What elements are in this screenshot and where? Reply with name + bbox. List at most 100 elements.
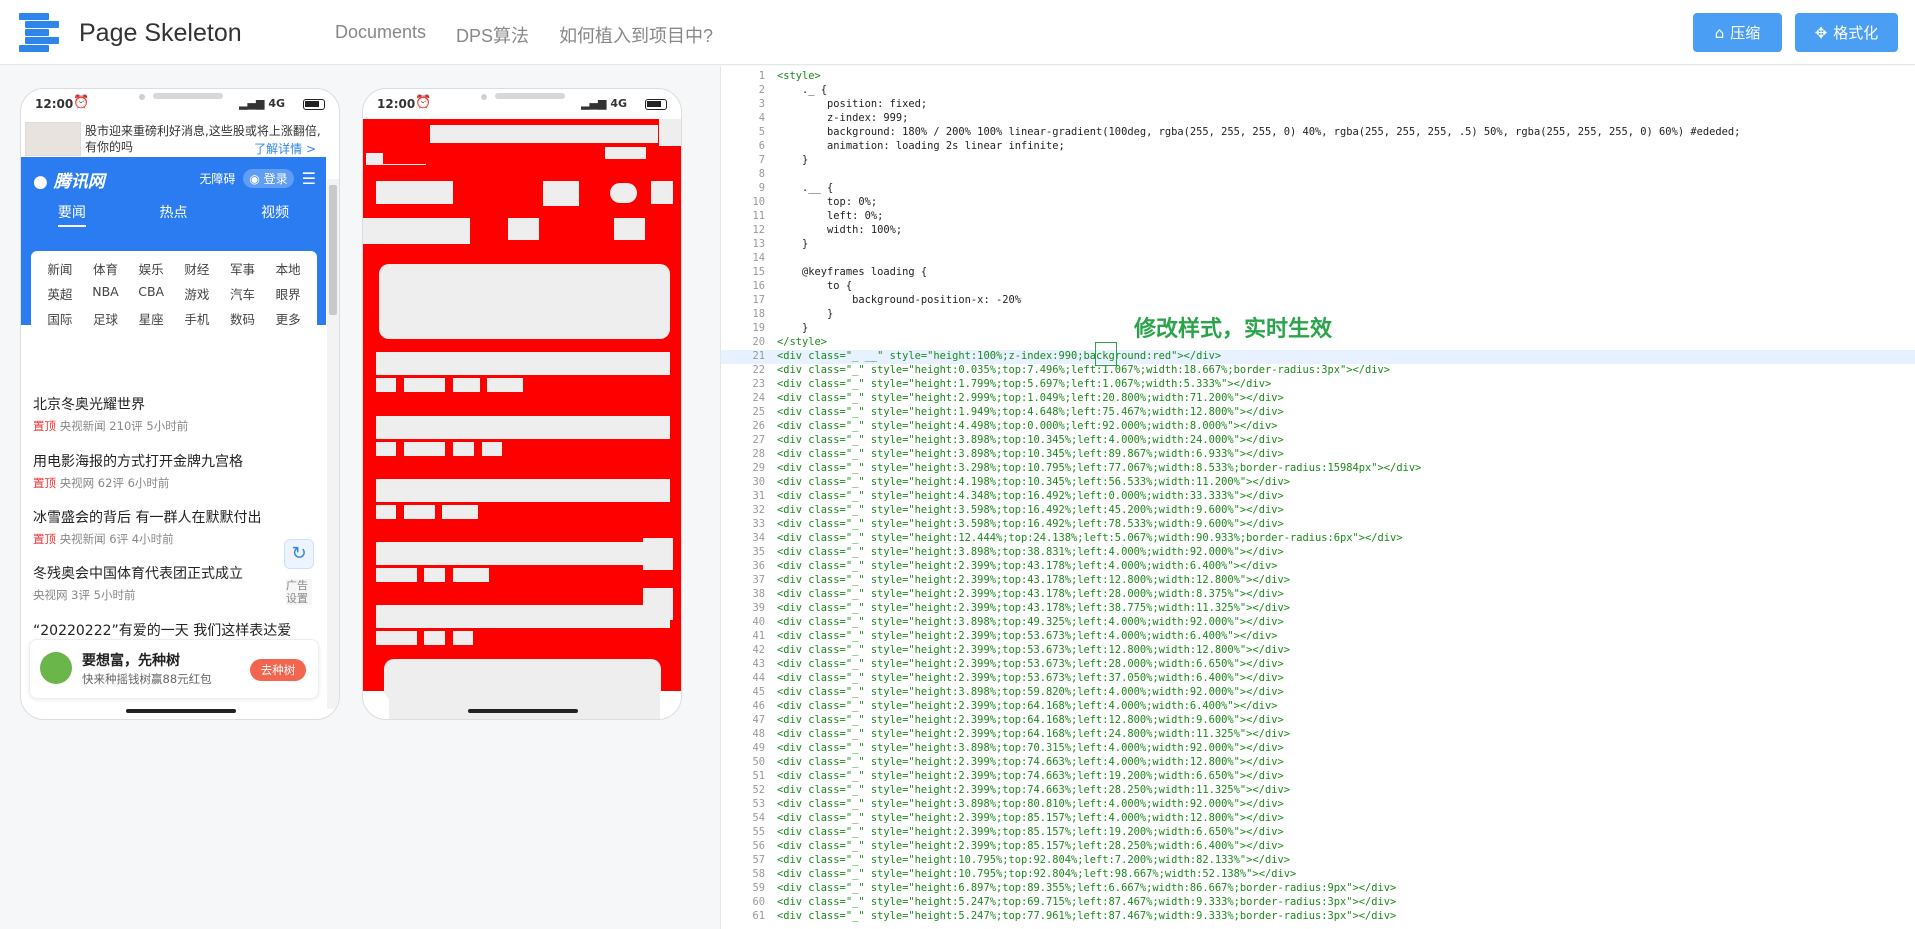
code-line[interactable]: 44 <div class="_" style="height:2.399%;to… — [721, 672, 1915, 686]
top-ad[interactable]: 股市迎来重磅利好消息,这些股或将上涨翻倍,有你的吗 了解详情 > — [21, 119, 326, 157]
code-line[interactable]: 11 left: 0%; — [721, 210, 1915, 224]
plant-tree-button[interactable]: 去种树 — [250, 659, 306, 681]
code-line[interactable]: 48 <div class="_" style="height:2.399%;to… — [721, 728, 1915, 742]
code-line[interactable]: 39 <div class="_" style="height:2.399%;to… — [721, 602, 1915, 616]
login-button[interactable]: ◉ 登录 — [243, 169, 294, 188]
scrollbar[interactable] — [327, 179, 339, 709]
code-line[interactable]: 4 z-index: 999; — [721, 112, 1915, 126]
code-line[interactable]: 49 <div class="_" style="height:3.898%;to… — [721, 742, 1915, 756]
category-item[interactable]: 英超 — [37, 284, 83, 303]
code-line[interactable]: 29 <div class="_" style="height:3.298%;to… — [721, 462, 1915, 476]
code-line[interactable]: 3 position: fixed; — [721, 98, 1915, 112]
category-item[interactable]: 财经 — [174, 259, 220, 278]
code-line[interactable]: 60 <div class="_" style="height:5.247%;to… — [721, 896, 1915, 910]
code-line[interactable]: 57 <div class="_" style="height:10.795%;t… — [721, 854, 1915, 868]
code-line[interactable]: 14 — [721, 252, 1915, 266]
code-editor[interactable]: 1 <style> 2 ._ {3 position: fixed; 4 z-inde… — [720, 66, 1915, 929]
category-item[interactable]: 汽车 — [220, 284, 266, 303]
accessibility-link[interactable]: 无障碍 — [199, 170, 235, 187]
code-line[interactable]: 55 <div class="_" style="height:2.399%;to… — [721, 826, 1915, 840]
code-line[interactable]: 40 <div class="_" style="height:3.898%;to… — [721, 616, 1915, 630]
category-item[interactable]: 新闻 — [37, 259, 83, 278]
code-line[interactable]: 24 <div class="_" style="height:2.999%;to… — [721, 392, 1915, 406]
category-item[interactable]: NBA — [83, 284, 129, 303]
category-item[interactable]: 星座 — [128, 309, 174, 328]
code-line[interactable]: 6 animation: loading 2s linear infinite; — [721, 140, 1915, 154]
nav-dps-algorithm[interactable]: DPS算法 — [456, 22, 529, 48]
code-line[interactable]: 58 <div class="_" style="height:10.795%;t… — [721, 868, 1915, 882]
category-item[interactable]: 军事 — [220, 259, 266, 278]
code-line[interactable]: 33 <div class="_" style="height:3.598%;to… — [721, 518, 1915, 532]
category-item[interactable]: 更多 — [265, 309, 311, 328]
code-line[interactable]: 38 <div class="_" style="height:2.399%;to… — [721, 588, 1915, 602]
nav-documents[interactable]: Documents — [335, 22, 426, 48]
code-line[interactable]: 37 <div class="_" style="height:2.399%;to… — [721, 574, 1915, 588]
code-line[interactable]: 52 <div class="_" style="height:2.399%;to… — [721, 784, 1915, 798]
tab-headlines[interactable]: 要闻 — [57, 202, 86, 227]
ad-more-link[interactable]: 了解详情 > — [254, 140, 316, 157]
code-line[interactable]: 51 <div class="_" style="height:2.399%;to… — [721, 770, 1915, 784]
code-line[interactable]: 50 <div class="_" style="height:2.399%;to… — [721, 756, 1915, 770]
code-line[interactable]: 27 <div class="_" style="height:3.898%;to… — [721, 434, 1915, 448]
news-item[interactable]: 北京冬奥光耀世界 置顶 央视新闻 210评 5小时前 — [33, 394, 318, 434]
code-line[interactable]: 23 <div class="_" style="height:1.799%;to… — [721, 378, 1915, 392]
code-line[interactable]: 61 <div class="_" style="height:5.247%;to… — [721, 910, 1915, 924]
code-line[interactable]: 30 <div class="_" style="height:4.198%;to… — [721, 476, 1915, 490]
code-line[interactable]: 35 <div class="_" style="height:3.898%;to… — [721, 546, 1915, 560]
category-item[interactable]: 数码 — [220, 309, 266, 328]
brand-title[interactable]: Page Skeleton — [79, 19, 242, 48]
code-line[interactable]: 12 width: 100%; — [721, 224, 1915, 238]
code-line[interactable]: 43 <div class="_" style="height:2.399%;to… — [721, 658, 1915, 672]
code-line[interactable]: 46 <div class="_" style="height:2.399%;to… — [721, 700, 1915, 714]
code-line[interactable]: 22 <div class="_" style="height:0.035%;to… — [721, 364, 1915, 378]
code-line[interactable]: 34 <div class="_" style="height:12.444%;t… — [721, 532, 1915, 546]
promo-banner[interactable]: 要想富，先种树 快来种摇钱树赢88元红包 去种树 — [29, 639, 319, 699]
compress-button[interactable]: ⌂ 压缩 — [1693, 13, 1782, 52]
category-item[interactable]: 手机 — [174, 309, 220, 328]
code-line[interactable]: 56 <div class="_" style="height:2.399%;to… — [721, 840, 1915, 854]
code-line[interactable]: 13 } — [721, 238, 1915, 252]
tab-hot[interactable]: 热点 — [159, 202, 187, 227]
ad-settings[interactable]: 广告设置 — [286, 579, 312, 605]
category-item[interactable]: 足球 — [83, 309, 129, 328]
news-item[interactable]: 冬残奥会中国体育代表团正式成立 央视网 3评 5小时前 — [33, 563, 318, 603]
category-item[interactable]: 国际 — [37, 309, 83, 328]
code-line[interactable]: 16 to { — [721, 280, 1915, 294]
news-item[interactable]: 冰雪盛会的背后 有一群人在默默付出 置顶 央视新闻 6评 4小时前 — [33, 507, 318, 547]
category-item[interactable]: CBA — [128, 284, 174, 303]
code-line[interactable]: 15 @keyframes loading { — [721, 266, 1915, 280]
code-line[interactable]: 26 <div class="_" style="height:4.498%;to… — [721, 420, 1915, 434]
code-line[interactable]: 32 <div class="_" style="height:3.598%;to… — [721, 504, 1915, 518]
code-line[interactable]: 8 — [721, 168, 1915, 182]
news-item[interactable]: 用电影海报的方式打开金牌九宫格 置顶 央视网 62评 6小时前 — [33, 451, 318, 491]
code-line[interactable]: 25 <div class="_" style="height:1.949%;to… — [721, 406, 1915, 420]
qq-logo[interactable]: ● 腾讯网 — [33, 167, 105, 192]
nav-integration[interactable]: 如何植入到项目中? — [559, 22, 713, 48]
format-button[interactable]: ✥ 格式化 — [1795, 13, 1898, 52]
code-line[interactable]: 42 <div class="_" style="height:2.399%;to… — [721, 644, 1915, 658]
category-item[interactable]: 本地 — [265, 259, 311, 278]
category-item[interactable]: 游戏 — [174, 284, 220, 303]
code-line[interactable]: 54 <div class="_" style="height:2.399%;to… — [721, 812, 1915, 826]
code-line[interactable]: 9 .__ { — [721, 182, 1915, 196]
category-item[interactable]: 体育 — [83, 259, 129, 278]
category-item[interactable]: 娱乐 — [128, 259, 174, 278]
code-line[interactable]: 45 <div class="_" style="height:3.898%;to… — [721, 686, 1915, 700]
code-line[interactable]: 7 } — [721, 154, 1915, 168]
refresh-icon[interactable]: ↻ — [284, 539, 314, 569]
code-line[interactable]: 2 ._ { — [721, 84, 1915, 98]
code-line[interactable]: 53 <div class="_" style="height:3.898%;to… — [721, 798, 1915, 812]
code-line[interactable]: 21 <div class="_ __" style="height:100%;z… — [721, 350, 1915, 364]
code-line[interactable]: 36 <div class="_" style="height:2.399%;to… — [721, 560, 1915, 574]
scrollbar-thumb[interactable] — [329, 185, 337, 315]
code-line[interactable]: 59 <div class="_" style="height:6.897%;to… — [721, 882, 1915, 896]
code-line[interactable]: 28 <div class="_" style="height:3.898%;to… — [721, 448, 1915, 462]
code-line[interactable]: 31 <div class="_" style="height:4.348%;to… — [721, 490, 1915, 504]
code-line[interactable]: 10 top: 0%; — [721, 196, 1915, 210]
menu-icon[interactable]: ☰ — [302, 169, 316, 188]
tab-video[interactable]: 视频 — [261, 202, 289, 227]
code-line[interactable]: 5 background: 180% / 200% 100% linear-gr… — [721, 126, 1915, 140]
code-line[interactable]: 1 <style> — [721, 70, 1915, 84]
category-item[interactable]: 眼界 — [265, 284, 311, 303]
code-line[interactable]: 47 <div class="_" style="height:2.399%;to… — [721, 714, 1915, 728]
